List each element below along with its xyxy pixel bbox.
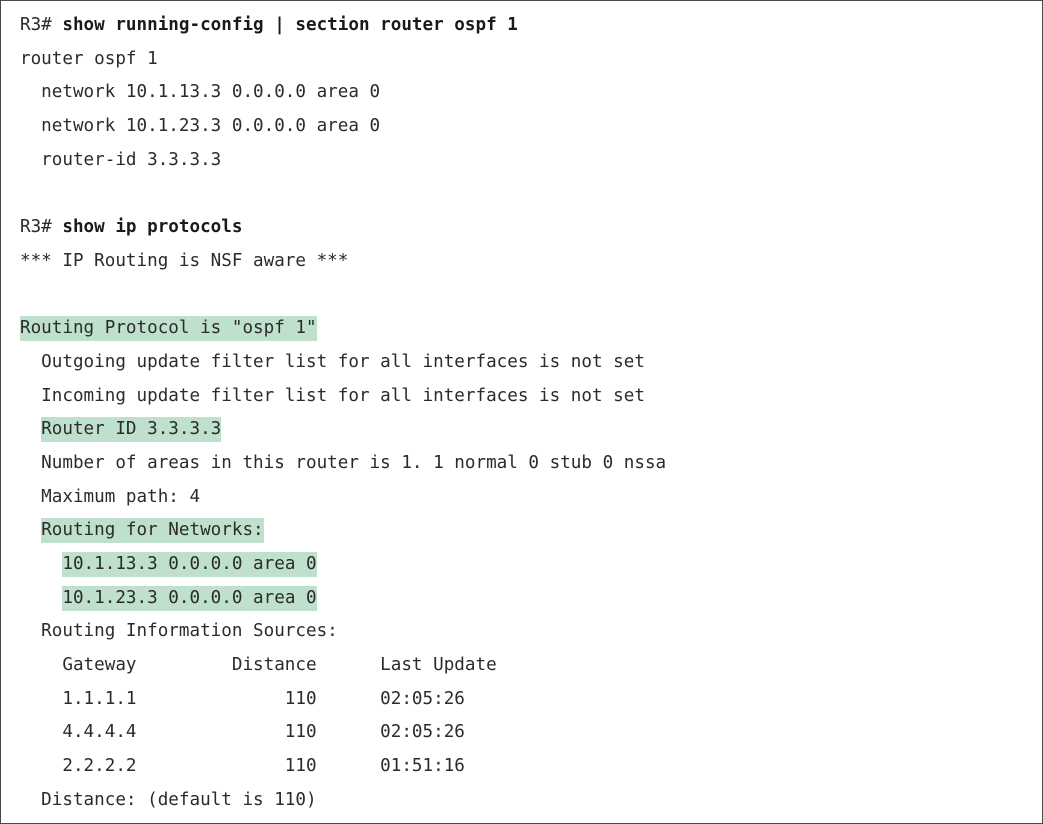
output-line: Number of areas in this router is 1. 1 n… — [20, 452, 667, 473]
output-line: Routing Information Sources: — [20, 621, 338, 642]
highlighted-routing-protocol: Routing Protocol is "ospf 1" — [20, 316, 317, 342]
output-line: Outgoing update filter list for all inte… — [20, 351, 645, 372]
sources-table-row: 1.1.1.1 110 02:05:26 — [20, 688, 465, 709]
output-line: router ospf 1 — [20, 48, 158, 69]
output-line: Routing for Networks: — [20, 514, 1042, 548]
command-line-1: R3# show running-config | section router… — [20, 9, 1042, 43]
highlighted-network: 10.1.23.3 0.0.0.0 area 0 — [62, 585, 317, 611]
sources-table-header: Gateway Distance Last Update — [20, 655, 497, 676]
sources-table-row: 4.4.4.4 110 02:05:26 — [20, 722, 465, 743]
output-line: *** IP Routing is NSF aware *** — [20, 250, 349, 271]
output-line: router-id 3.3.3.3 — [20, 149, 222, 170]
cli-prompt: R3# — [20, 217, 63, 238]
sources-table-row: 2.2.2.2 110 01:51:16 — [20, 756, 465, 777]
cli-command: show running-config | section router osp… — [62, 15, 518, 35]
output-line: Distance: (default is 110) — [20, 789, 317, 810]
cli-output-panel: R3# show running-config | section router… — [0, 0, 1043, 824]
cli-prompt: R3# — [20, 15, 63, 35]
output-line: network 10.1.23.3 0.0.0.0 area 0 — [20, 116, 381, 137]
output-line: Router ID 3.3.3.3 — [20, 413, 1042, 447]
output-line: network 10.1.13.3 0.0.0.0 area 0 — [20, 82, 381, 103]
output-line: 10.1.23.3 0.0.0.0 area 0 — [20, 582, 1042, 616]
output-line: Maximum path: 4 — [20, 486, 201, 507]
highlighted-router-id: Router ID 3.3.3.3 — [41, 417, 222, 443]
highlighted-routing-for-networks: Routing for Networks: — [41, 518, 264, 544]
output-line: Incoming update filter list for all inte… — [20, 385, 645, 406]
output-line: 10.1.13.3 0.0.0.0 area 0 — [20, 548, 1042, 582]
output-line: Routing Protocol is "ospf 1" — [20, 312, 1042, 346]
highlighted-network: 10.1.13.3 0.0.0.0 area 0 — [62, 552, 317, 577]
cli-command: show ip protocols — [62, 217, 243, 238]
command-line-2: R3# show ip protocols — [20, 211, 1042, 245]
